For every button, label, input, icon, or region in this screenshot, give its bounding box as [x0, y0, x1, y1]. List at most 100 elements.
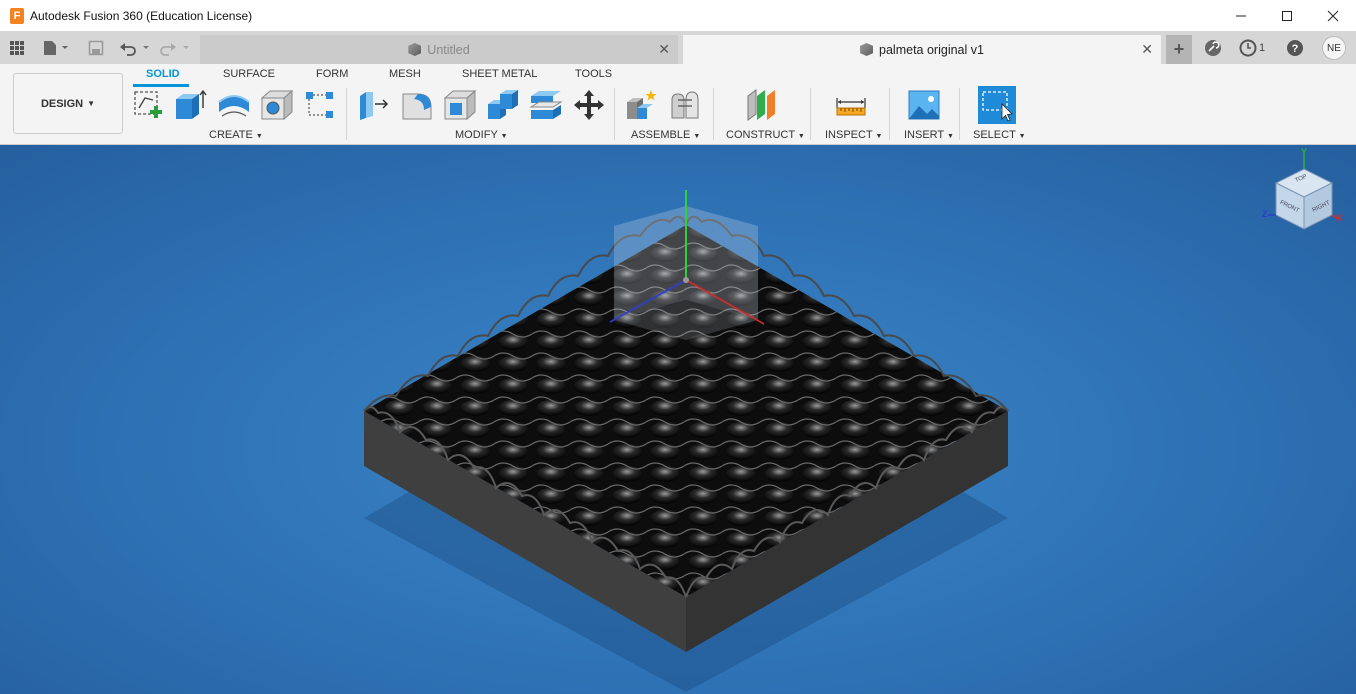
group-label: INSERT	[904, 129, 944, 141]
create-sketch-button[interactable]	[131, 88, 165, 122]
new-tab-button[interactable]: +	[1166, 35, 1192, 64]
close-tab-icon[interactable]: ✕	[1141, 41, 1153, 58]
insert-image-button[interactable]	[907, 88, 941, 122]
close-icon	[1327, 10, 1339, 21]
extrude-button[interactable]	[173, 88, 207, 122]
revolve-button[interactable]	[217, 88, 251, 122]
divider	[713, 88, 714, 140]
plus-icon: +	[1173, 39, 1185, 59]
move-icon	[574, 90, 604, 120]
tab-form[interactable]: FORM	[316, 68, 348, 80]
job-count: 1	[1258, 42, 1266, 54]
maximize-button[interactable]	[1264, 0, 1310, 31]
group-label: MODIFY	[455, 129, 498, 141]
close-button[interactable]	[1310, 0, 1356, 31]
extrude-icon	[176, 89, 207, 119]
save-icon	[88, 40, 104, 55]
tab-mesh[interactable]: MESH	[389, 68, 421, 80]
origin-point	[683, 277, 689, 283]
joint-button[interactable]	[668, 88, 702, 122]
redo-button[interactable]	[158, 31, 194, 64]
divider	[614, 88, 615, 140]
undo-icon	[120, 42, 149, 56]
press-pull-button[interactable]	[357, 88, 391, 122]
redo-icon	[160, 42, 189, 56]
offset-plane-icon	[747, 89, 775, 121]
save-button[interactable]	[86, 31, 106, 64]
help-icon: ?	[1287, 40, 1303, 56]
construct-menu[interactable]: CONSTRUCT ▼	[726, 129, 805, 141]
tab-label: palmeta original v1	[879, 42, 984, 57]
shell-icon	[443, 89, 477, 121]
active-tab-indicator	[133, 84, 189, 87]
insert-image-icon	[908, 90, 940, 120]
minimize-icon	[1236, 15, 1246, 16]
workspace-label: DESIGN	[40, 97, 84, 110]
shell-button[interactable]	[443, 88, 477, 122]
job-status-button[interactable]: 1	[1236, 37, 1268, 59]
canvas-viewport[interactable]: TOP FRONT RIGHT Y Z X	[0, 145, 1356, 694]
select-window-button[interactable]	[978, 86, 1016, 124]
pattern-icon	[306, 92, 333, 118]
assemble-menu[interactable]: ASSEMBLE ▼	[631, 129, 700, 141]
combine-icon	[488, 90, 518, 119]
caret-down-icon: ▼	[693, 133, 701, 140]
viewcube-axis-z: Z	[1262, 209, 1268, 219]
measure-icon	[836, 98, 866, 116]
caret-down-icon: ▼	[500, 133, 508, 140]
divider	[810, 88, 811, 140]
hole-icon	[260, 89, 294, 121]
title-bar: F Autodesk Fusion 360 (Education License…	[0, 0, 1356, 31]
new-component-button[interactable]	[625, 88, 659, 122]
undo-button[interactable]	[118, 31, 154, 64]
caret-down-icon: ▼	[1018, 133, 1026, 140]
minimize-button[interactable]	[1218, 0, 1264, 31]
split-body-icon	[529, 91, 563, 119]
hole-button[interactable]	[260, 88, 294, 122]
joint-icon	[671, 91, 699, 119]
avatar: NE	[1322, 36, 1346, 60]
caret-down-icon: ▼	[255, 133, 263, 140]
tab-surface[interactable]: SURFACE	[223, 68, 275, 80]
fusion-app-icon: F	[10, 7, 24, 24]
group-label: CREATE	[209, 129, 253, 141]
combine-button[interactable]	[486, 88, 520, 122]
measure-button[interactable]	[834, 88, 868, 122]
split-body-button[interactable]	[529, 88, 563, 122]
create-menu[interactable]: CREATE ▼	[209, 129, 263, 141]
data-panel-button[interactable]	[6, 31, 28, 64]
modify-menu[interactable]: MODIFY ▼	[455, 129, 508, 141]
design-cube-icon	[408, 43, 422, 56]
viewcube-axis-x: X	[1336, 213, 1343, 223]
offset-plane-button[interactable]	[745, 88, 779, 122]
divider	[889, 88, 890, 140]
tab-untitled[interactable]: Untitled ✕	[200, 35, 678, 64]
inspect-menu[interactable]: INSPECT ▼	[825, 129, 882, 141]
tab-tools[interactable]: TOOLS	[575, 68, 612, 80]
select-window-icon	[978, 86, 1016, 124]
origin-plane-right	[686, 206, 758, 320]
workspace-switcher-button[interactable]: DESIGN ▼	[13, 73, 123, 134]
caret-down-icon: ▼	[875, 133, 883, 140]
help-button[interactable]: ?	[1284, 37, 1306, 59]
tab-sheet-metal[interactable]: SHEET METAL	[462, 68, 537, 80]
pattern-button[interactable]	[303, 88, 337, 122]
user-account-button[interactable]: NE	[1321, 36, 1347, 60]
file-menu-button[interactable]	[40, 31, 72, 64]
window-title: Autodesk Fusion 360 (Education License)	[30, 8, 253, 23]
viewcube[interactable]: TOP FRONT RIGHT Y Z X	[1262, 147, 1346, 237]
extensions-icon	[1205, 40, 1221, 56]
group-label: INSPECT	[825, 129, 873, 141]
insert-menu[interactable]: INSERT ▼	[904, 129, 954, 141]
tab-palmeta-original[interactable]: palmeta original v1 ✕	[683, 35, 1161, 64]
fillet-button[interactable]	[400, 88, 434, 122]
extensions-button[interactable]	[1202, 37, 1224, 59]
tab-solid[interactable]: SOLID	[146, 68, 180, 80]
svg-text:?: ?	[1292, 43, 1299, 55]
document-tab-strip: Untitled ✕ palmeta original v1 ✕ + 1 ? N…	[0, 31, 1356, 64]
close-tab-icon[interactable]: ✕	[658, 41, 670, 58]
move-button[interactable]	[572, 88, 606, 122]
maximize-icon	[1282, 10, 1292, 21]
tab-label: Untitled	[427, 42, 470, 57]
select-menu[interactable]: SELECT ▼	[973, 129, 1026, 141]
